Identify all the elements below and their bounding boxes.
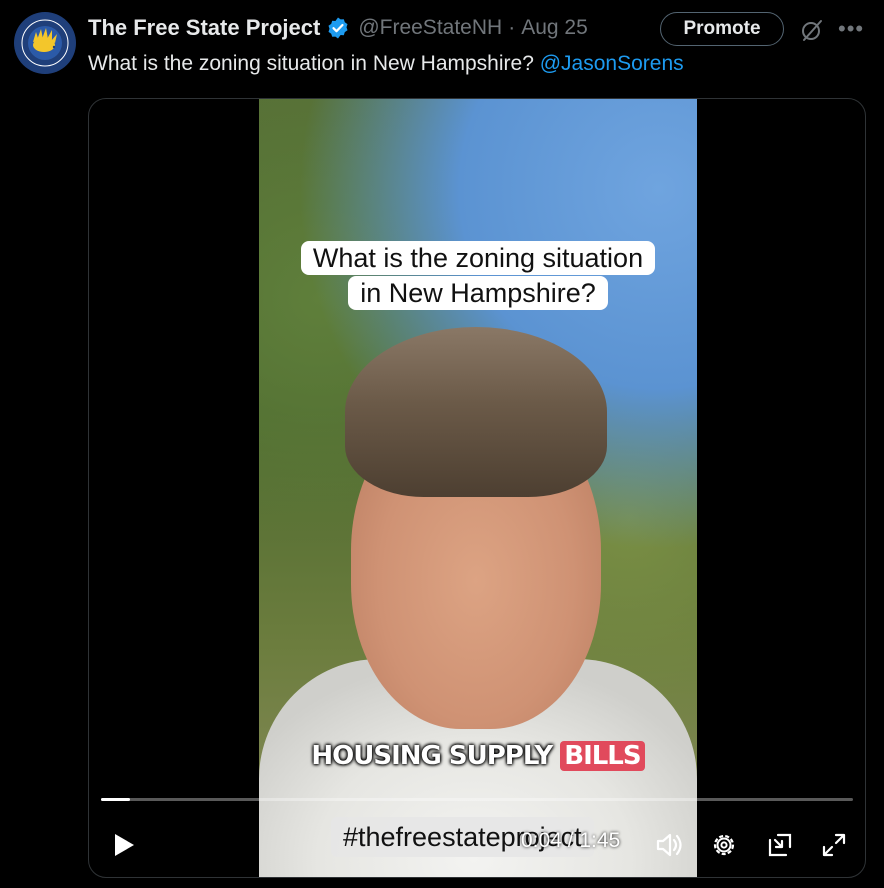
video-lower-title: HOUSING SUPPLY BILLS — [259, 741, 697, 771]
video-caption-line1: What is the zoning situation — [300, 241, 656, 275]
video-time: 0:04 / 1:45 — [521, 829, 621, 852]
fullscreen-button[interactable] — [817, 827, 851, 863]
video-caption: What is the zoning situation in New Hamp… — [291, 241, 665, 311]
lower-title-highlight: BILLS — [560, 741, 645, 771]
tweet-date[interactable]: Aug 25 — [521, 16, 588, 40]
lower-title-main: HOUSING SUPPLY — [311, 741, 561, 771]
more-options-icon[interactable]: ••• — [838, 18, 866, 42]
video-progress-fill — [101, 798, 130, 801]
promote-button[interactable]: Promote — [660, 12, 784, 46]
picture-in-picture-button[interactable] — [763, 827, 797, 863]
tweet-text: What is the zoning situation in New Hamp… — [88, 52, 684, 76]
free-state-project-logo-icon — [15, 13, 75, 73]
gear-icon — [713, 834, 735, 856]
tweet-body: What is the zoning situation in New Hamp… — [88, 52, 534, 75]
picture-in-picture-icon — [768, 833, 792, 857]
author-name[interactable]: The Free State Project — [88, 15, 320, 41]
video-caption-line2: in New Hampshire? — [348, 276, 608, 310]
video-player[interactable]: What is the zoning situation in New Hamp… — [88, 98, 866, 878]
mention-link[interactable]: @JasonSorens — [540, 52, 684, 75]
video-subject-hair — [345, 327, 607, 497]
verified-badge-icon — [328, 17, 348, 39]
volume-button[interactable] — [653, 827, 687, 863]
settings-button[interactable] — [707, 827, 741, 863]
video-progress-bar[interactable] — [101, 798, 853, 801]
volume-icon — [656, 833, 682, 857]
avatar[interactable] — [14, 12, 76, 74]
video-frame: What is the zoning situation in New Hamp… — [259, 99, 697, 877]
grok-icon[interactable] — [800, 18, 824, 42]
play-button[interactable] — [109, 827, 139, 863]
fullscreen-icon — [822, 833, 846, 857]
play-icon — [115, 834, 134, 856]
separator-dot: · — [508, 16, 516, 39]
author-handle[interactable]: @FreeStateNH — [358, 16, 502, 40]
